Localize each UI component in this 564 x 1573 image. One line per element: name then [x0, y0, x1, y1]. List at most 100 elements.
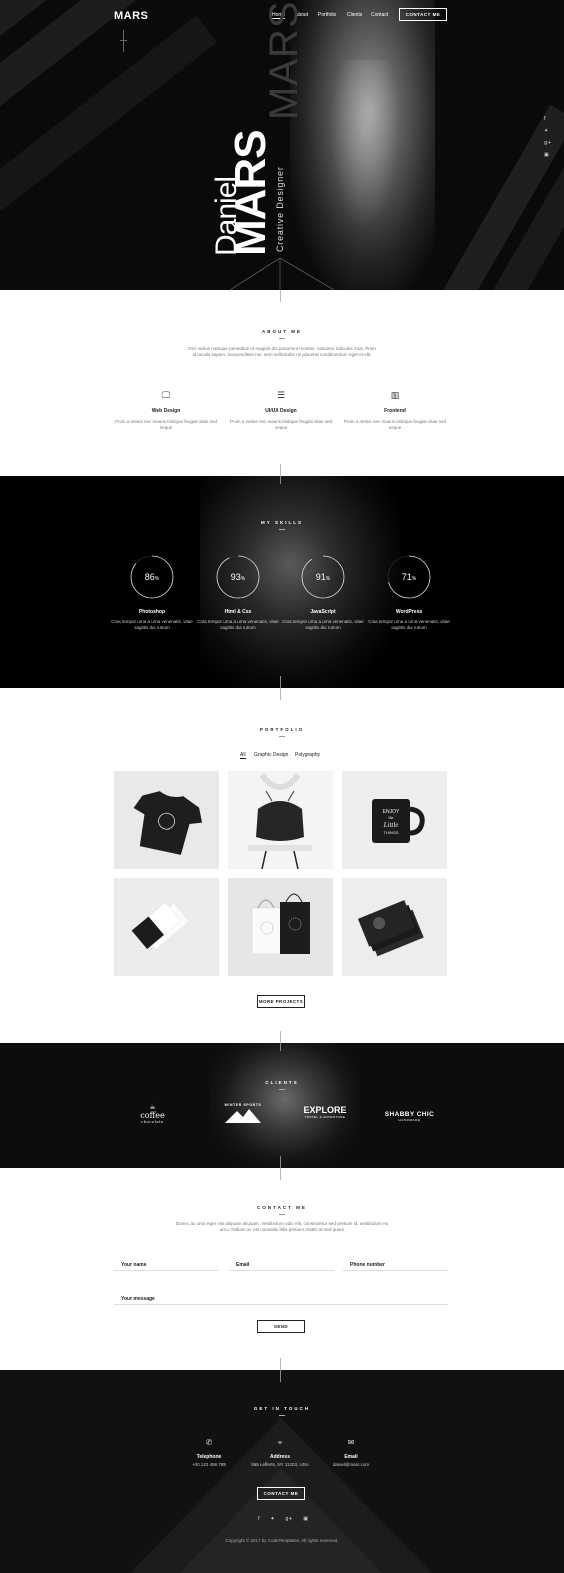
skill-percent: 71% [401, 572, 417, 582]
filter-graphic-design[interactable]: Graphic Design [254, 752, 288, 758]
nav-portfolio[interactable]: Portfolio [318, 12, 336, 18]
name-field-label[interactable]: Your name [121, 1262, 146, 1268]
portfolio-title: PORTFOLIO [259, 727, 305, 732]
nav-contact[interactable]: Contact [371, 12, 388, 18]
filter-all[interactable]: All [240, 752, 246, 759]
client-logo-shabby-chic[interactable]: SHABBY CHIC HANDMADE [382, 1111, 437, 1122]
google-plus-icon[interactable]: g+ [285, 1516, 292, 1522]
clients-section: CLIENTS ☕ coffee chocolate WINTER SPORTS… [0, 1043, 564, 1168]
bag-image [248, 773, 312, 869]
skill-text: Cras tempor urna a urna venenatis, vitae… [111, 619, 193, 630]
email-field-label[interactable]: Email [236, 1262, 249, 1268]
contact-title-underline [279, 1214, 285, 1215]
skill-percent: 91% [315, 572, 331, 582]
hero-role: Creative Designer [275, 166, 285, 252]
section-divider-line [280, 1156, 281, 1168]
skill-name: JavaScript [310, 609, 336, 615]
more-projects-button[interactable]: MORE PROJECTS [257, 995, 305, 1008]
footer-item-value: daniel@mars.com [332, 1462, 370, 1467]
books-image [357, 900, 424, 957]
footer-section: GET IN TOUCH ✆ Telephone +00 123 456 789… [0, 1370, 564, 1573]
service-title: Web Design [151, 408, 181, 414]
facebook-icon[interactable]: f [258, 1516, 260, 1522]
client-sub: TRAVEL & ADVENTURE [304, 1115, 346, 1119]
client-logo-winter-sports[interactable]: WINTER SPORTS [218, 1103, 268, 1129]
skill-rings [130, 555, 431, 599]
mug-text-3: Little [383, 821, 399, 829]
footer-title-underline [279, 1415, 285, 1416]
section-divider-line [280, 688, 281, 700]
nav-clients[interactable]: Clients [347, 12, 362, 18]
site-logo[interactable]: MARS [114, 10, 148, 22]
service-title: Frontend [384, 408, 406, 414]
email-field[interactable] [229, 1270, 334, 1271]
logo-divider [120, 40, 127, 41]
wireframe-icon: ☰ [276, 391, 286, 401]
mail-icon: ✉ [347, 1438, 355, 1447]
section-divider-line [280, 290, 281, 302]
message-field[interactable] [114, 1304, 448, 1305]
footer-social: f ✦ g+ ▣ [258, 1516, 308, 1522]
client-name: EXPLORE [303, 1105, 347, 1115]
portfolio-item-shopping-bags[interactable] [228, 878, 333, 976]
cards-image [131, 902, 190, 951]
portfolio-item-mug[interactable]: ENJOY the Little THINGS [342, 771, 447, 869]
skills-section: MY SKILLS 86% 93% 91% 71% Photoshop Cras… [0, 476, 564, 688]
client-logo-coffee[interactable]: ☕ coffee chocolate [130, 1103, 175, 1124]
hero-section: MARS Home About Portfolio Clients Contac… [0, 0, 564, 290]
facebook-icon[interactable]: f [544, 116, 546, 122]
portfolio-title-underline [279, 736, 285, 737]
phone-field-label[interactable]: Phone number [350, 1262, 385, 1268]
twitter-icon[interactable]: ✦ [544, 128, 548, 134]
copyright: Copyright © 2017 by CodeTemplates. All r… [225, 1538, 339, 1543]
footer-contact-button[interactable]: CONTACT ME [257, 1487, 305, 1500]
message-field-label[interactable]: Your message [121, 1296, 155, 1302]
client-sub: HANDMADE [398, 1118, 421, 1122]
skill-name: Photoshop [138, 609, 166, 615]
about-section: ABOUT ME Orci varius natoque penatibus e… [0, 290, 564, 476]
client-sub: chocolate [141, 1120, 164, 1124]
instagram-icon[interactable]: ▣ [544, 152, 549, 158]
client-logo-explore[interactable]: EXPLORE TRAVEL & ADVENTURE [298, 1105, 352, 1119]
portfolio-item-tshirt[interactable] [114, 771, 219, 869]
portfolio-item-cards[interactable] [114, 878, 219, 976]
google-plus-icon[interactable]: g+ [544, 140, 551, 146]
portfolio-item-books[interactable] [342, 878, 447, 976]
footer-title: GET IN TOUCH [253, 1406, 311, 1411]
twitter-icon[interactable]: ✦ [270, 1516, 274, 1522]
hero-triangle [230, 257, 334, 290]
section-divider-line [280, 464, 281, 476]
send-button[interactable]: SEND [257, 1320, 305, 1333]
contact-text: Donec ac urna eget nisi aliquam aliquam.… [175, 1221, 389, 1233]
service-title: UI/UX Design [265, 408, 297, 414]
section-divider-line [280, 1358, 281, 1370]
skill-text: Cras tempor urna a urna venenatis, vitae… [368, 619, 450, 630]
cup-icon: ☕ [149, 1103, 156, 1111]
about-title: ABOUT ME [262, 329, 302, 334]
service-text: Proin a metus nec mauris tristique feugi… [229, 419, 333, 430]
logo-divider [123, 30, 124, 52]
service-text: Proin a metus nec mauris tristique feugi… [114, 419, 218, 430]
footer-item-label: Email [344, 1454, 358, 1460]
name-field[interactable] [114, 1270, 219, 1271]
portfolio-item-bag[interactable] [228, 771, 333, 869]
header-contact-button[interactable]: CONTACT ME [399, 8, 447, 21]
skill-text: Cras tempor urna a urna venenatis, vitae… [197, 619, 279, 630]
instagram-icon[interactable]: ▣ [303, 1516, 308, 1522]
section-divider-line [280, 1031, 281, 1043]
skill-text: Cras tempor urna a urna venenatis, vitae… [282, 619, 364, 630]
hero-last-name: MARS [226, 130, 275, 256]
shopping-bags-image [251, 893, 310, 955]
about-text: Orci varius natoque penatibus et magnis … [188, 346, 376, 358]
contact-section: CONTACT ME Donec ac urna eget nisi aliqu… [0, 1168, 564, 1370]
code-icon: ▥ [390, 391, 400, 401]
service-text: Proin a metus nec mauris tristique feugi… [343, 419, 447, 430]
section-divider-line [280, 1370, 281, 1382]
filter-polygraphy[interactable]: Polygraphy [295, 752, 320, 758]
skill-name: WordPress [395, 609, 423, 615]
phone-field[interactable] [343, 1270, 448, 1271]
client-name: coffee [140, 1111, 165, 1120]
skill-name: Html & Css [224, 609, 252, 615]
hero-watermark: MARS [262, 0, 306, 120]
about-title-underline [279, 338, 285, 339]
